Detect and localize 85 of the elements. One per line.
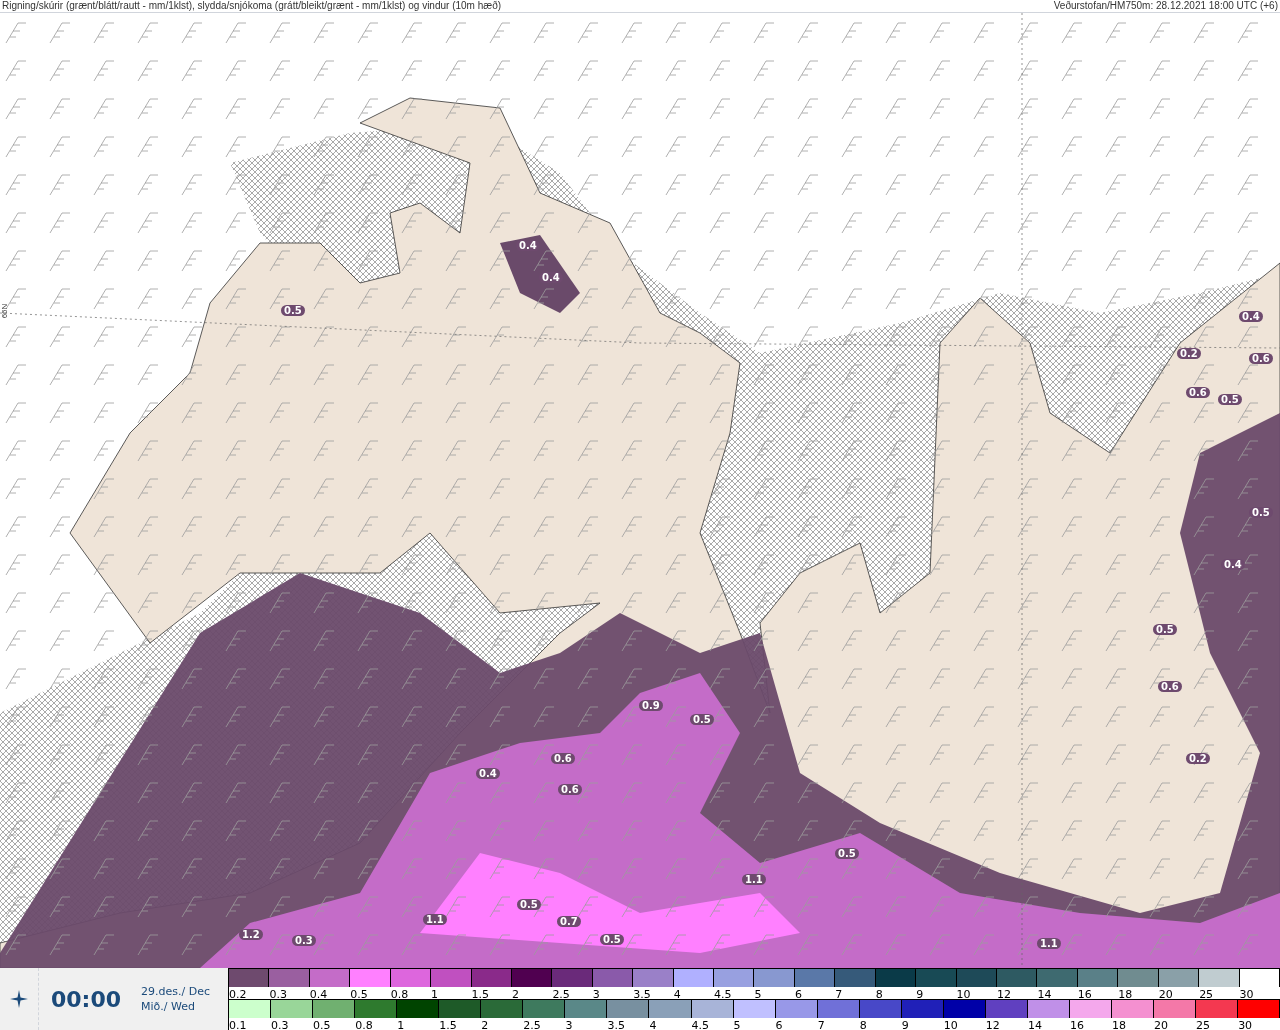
legend-label: 10 [956,988,971,1001]
legend-label: 0.8 [390,988,409,1001]
precipitation-value: 0.6 [1158,681,1182,692]
legend-label: 3.5 [633,988,651,1001]
precipitation-value: 0.6 [558,784,582,795]
precipitation-value: 0.4 [1221,559,1245,570]
legend-label: 0.8 [355,1019,373,1030]
legend-label: 2 [481,1019,489,1030]
precipitation-value: 1.2 [239,929,263,940]
legend-label: 25 [1199,988,1214,1001]
legend-label: 6 [775,1019,783,1030]
legend-label: 10 [943,1019,958,1030]
legend-label: 2 [511,988,519,1001]
legend-label: 14 [1027,1019,1042,1030]
legend-label: 2.5 [552,988,570,1001]
legend-label: 0.1 [229,1019,247,1030]
legend-label: 8 [859,1019,867,1030]
legend-label: 9 [901,1019,909,1030]
precipitation-value: 0.5 [517,899,541,910]
legend-label: 0.3 [271,1019,289,1030]
precipitation-value: 0.3 [292,935,316,946]
legend-label: 4.5 [714,988,732,1001]
precipitation-value: 0.6 [551,753,575,764]
precipitation-value: 1.1 [742,874,766,885]
legend-label: 2.5 [523,1019,541,1030]
legend-label: 0.5 [350,988,368,1001]
precipitation-value: 0.5 [1153,624,1177,635]
precipitation-value: 0.4 [1239,311,1263,322]
legend-label: 4.5 [691,1019,709,1030]
legend-label: 0.4 [309,988,328,1001]
precipitation-value: 0.5 [690,714,714,725]
legend-label: 3 [592,988,600,1001]
sparkle-icon [10,990,28,1008]
legend-label: 1 [397,1019,405,1030]
legend-label: 1.5 [439,1019,457,1030]
legend-label: 20 [1154,1019,1169,1030]
legend-label: 30 [1239,988,1254,1001]
legend-label: 5 [733,1019,741,1030]
legend-label: 12 [997,988,1011,1001]
precipitation-value: 0.2 [1186,753,1210,764]
precipitation-value: 0.5 [1249,507,1273,518]
legend-label: 4 [649,1019,657,1030]
forecast-time: 00:00 [51,985,122,1014]
forecast-date: 29.des./ Dec [141,984,210,999]
legend-label: 7 [835,988,843,1001]
legend-label: 4 [673,988,681,1001]
legend-label: 8 [875,988,883,1001]
legend-label: 25 [1196,1019,1211,1030]
precipitation-value: 0.9 [639,700,663,711]
precipitation-value: 0.7 [557,916,581,927]
precipitation-value: 0.5 [281,305,305,316]
map-title: Rigning/skúrir (grænt/blátt/rautt - mm/1klst), slydda/snjókoma (grátt/bleikt/grænt - mm/1klst) og vindur (10m hæð) [2,0,502,12]
legend-label: 20 [1158,988,1173,1001]
legend-label: 5 [754,988,762,1001]
precipitation-value: 0.2 [1177,348,1201,359]
legend-label: 1.5 [471,988,490,1001]
legend-label: 9 [916,988,924,1001]
legend-label: 6 [794,988,802,1001]
legend-label: 16 [1077,988,1092,1001]
precipitation-value: 1.1 [423,914,447,925]
legend-label: 3 [565,1019,573,1030]
precipitation-value: 0.4 [539,272,563,283]
precipitation-value: 0.6 [1249,353,1273,364]
precipitation-value: 1.1 [1037,938,1061,949]
source-timestamp: Veðurstofan/HM750m: 28.12.2021 18:00 UTC (+6) [1053,0,1278,12]
precipitation-value: 0.4 [476,768,500,779]
legend-label: 14 [1037,988,1052,1001]
legend-label: 12 [985,1019,1000,1030]
legend-label: 16 [1069,1019,1084,1030]
latitude-label: 66N [0,303,11,319]
precipitation-value: 0.5 [835,848,859,859]
precipitation-value: 0.5 [1218,394,1242,405]
legend-label: 1 [431,988,439,1001]
legend-label: 0.5 [313,1019,331,1030]
legend-label: 0.3 [269,988,287,1001]
precipitation-value: 0.5 [600,934,624,945]
legend-label: 7 [817,1019,825,1030]
forecast-weekday: Mið./ Wed [141,999,196,1014]
legend-label: 18 [1118,988,1133,1001]
legend-label: 30 [1238,1019,1253,1030]
legend-label: 18 [1112,1019,1126,1030]
legend-label: 3.5 [607,1019,625,1030]
legend-label: 0.2 [229,988,247,1001]
precipitation-value: 0.4 [516,240,540,251]
precipitation-value: 0.6 [1186,387,1210,398]
